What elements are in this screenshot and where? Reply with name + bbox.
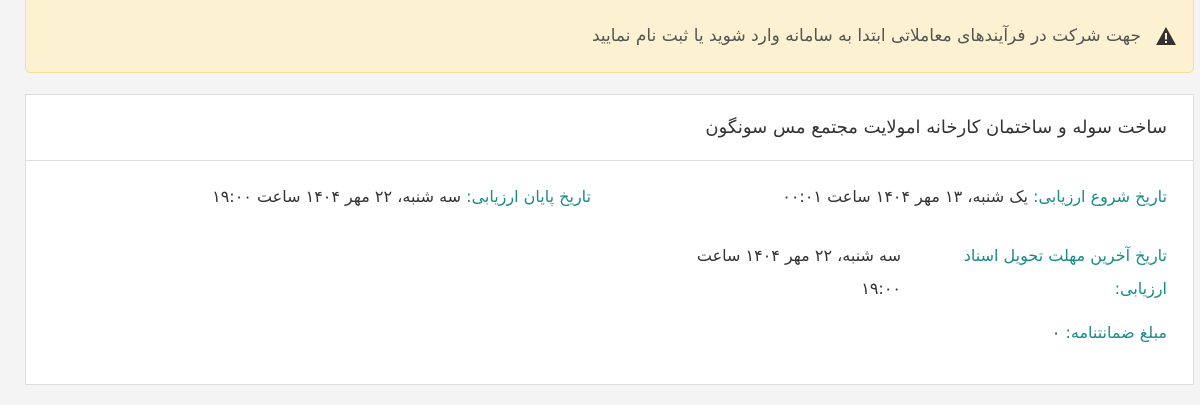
start-date-row: تاریخ شروع ارزیابی: یک شنبه، ۱۳ مهر ۱۴۰۴… <box>782 187 1167 206</box>
end-date-label: تاریخ پایان ارزیابی: <box>466 187 591 206</box>
login-alert: جهت شرکت در فرآیندهای معاملاتی ابتدا به … <box>25 0 1194 73</box>
guarantee-value: ۰ <box>1051 323 1061 342</box>
end-date-row: تاریخ پایان ارزیابی: سه شنبه، ۲۲ مهر ۱۴۰… <box>212 187 591 206</box>
tender-title: ساخت سوله و ساختمان کارخانه امولایت مجتم… <box>705 117 1167 138</box>
start-date-value: یک شنبه، ۱۳ مهر ۱۴۰۴ ساعت ۰۰:۰۱ <box>782 187 1028 206</box>
deadline-label: تاریخ آخرین مهلت تحویل اسناد ارزیابی: <box>963 246 1167 298</box>
deadline-row: تاریخ آخرین مهلت تحویل اسناد ارزیابی: سه… <box>669 239 1167 305</box>
guarantee-label: مبلغ ضمانتنامه: <box>1065 323 1167 342</box>
guarantee-row: مبلغ ضمانتنامه: ۰ <box>1052 323 1167 342</box>
start-date-label: تاریخ شروع ارزیابی: <box>1033 187 1167 206</box>
deadline-value: سه شنبه، ۲۲ مهر ۱۴۰۴ ساعت ۱۹:۰۰ <box>696 246 901 298</box>
alert-message: جهت شرکت در فرآیندهای معاملاتی ابتدا به … <box>591 26 1141 46</box>
panel-header: ساخت سوله و ساختمان کارخانه امولایت مجتم… <box>26 95 1193 161</box>
end-date-value: سه شنبه، ۲۲ مهر ۱۴۰۴ ساعت ۱۹:۰۰ <box>212 187 462 206</box>
warning-icon <box>1155 26 1177 46</box>
tender-panel: ساخت سوله و ساختمان کارخانه امولایت مجتم… <box>25 94 1194 385</box>
